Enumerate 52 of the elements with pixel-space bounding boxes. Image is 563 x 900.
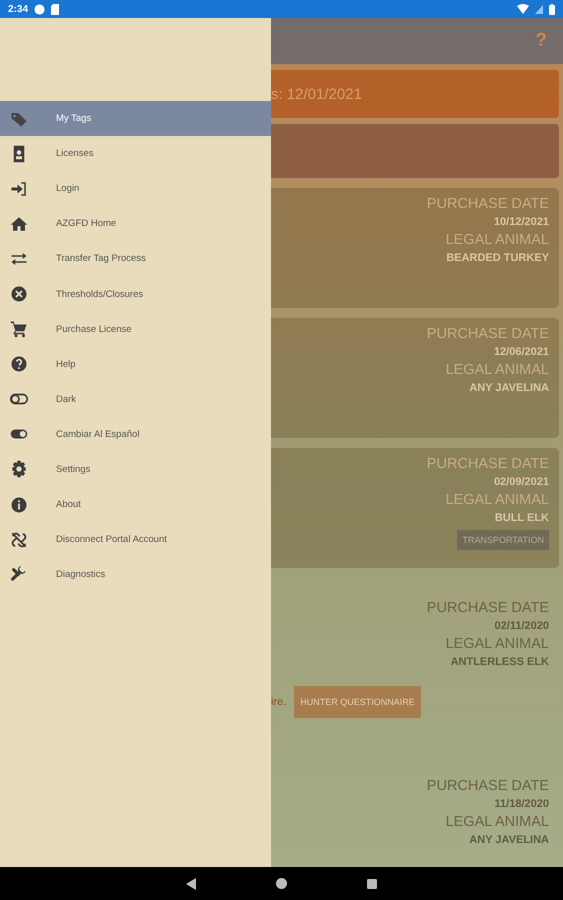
- drawer-item[interactable]: Help: [0, 346, 271, 382]
- purchase-date-label: PURCHASE DATE: [426, 778, 549, 794]
- drawer-item[interactable]: My Tags: [0, 101, 271, 136]
- drawer-item[interactable]: Thresholds/Closures: [0, 276, 271, 312]
- drawer-item[interactable]: Transfer Tag Process: [0, 241, 271, 276]
- drawer-item[interactable]: About: [0, 487, 271, 522]
- legal-animal: BEARDED TURKEY: [446, 252, 549, 264]
- cart-icon: [10, 320, 28, 338]
- info-icon: [10, 496, 28, 514]
- drawer-item[interactable]: Dark: [0, 382, 271, 417]
- signal-icon: [535, 4, 543, 14]
- sim-card-icon: [51, 4, 60, 14]
- home-button-icon[interactable]: [276, 878, 287, 889]
- banner-text: s: 12/01/2021: [271, 86, 362, 102]
- drawer-item[interactable]: Licenses: [0, 136, 271, 172]
- tools-icon: [10, 566, 28, 584]
- battery-icon: [549, 4, 555, 14]
- status-time: 2:34: [8, 4, 28, 14]
- drawer-item[interactable]: Login: [0, 171, 271, 206]
- purchase-date: 02/09/2021: [494, 476, 549, 488]
- settings-icon: [10, 460, 28, 478]
- purchase-date: 02/11/2020: [494, 620, 549, 632]
- drawer-item[interactable]: Settings: [0, 452, 271, 488]
- legal-animal-label: LEGAL ANIMAL: [446, 492, 549, 508]
- purchase-date: 12/06/2021: [494, 346, 549, 358]
- drawer-item[interactable]: Cambiar Al Español: [0, 416, 271, 452]
- drawer-item[interactable]: Disconnect Portal Account: [0, 522, 271, 558]
- unlink-icon: [10, 530, 28, 549]
- login-icon: [10, 180, 28, 198]
- wifi-icon: [517, 4, 529, 14]
- purchase-date-label: PURCHASE DATE: [426, 326, 549, 342]
- legal-animal: BULL ELK: [494, 512, 549, 524]
- questionnaire-text: ire.: [271, 696, 286, 708]
- legal-animal-label: LEGAL ANIMAL: [446, 362, 549, 378]
- purchase-date: 10/12/2021: [494, 216, 549, 228]
- purchase-date-label: PURCHASE DATE: [426, 600, 549, 616]
- x-circle-icon: [10, 285, 28, 304]
- purchase-date-label: PURCHASE DATE: [426, 196, 549, 212]
- drawer-item[interactable]: Diagnostics: [0, 557, 271, 592]
- drawer-item[interactable]: Purchase License: [0, 312, 271, 347]
- legal-animal-label: LEGAL ANIMAL: [446, 636, 549, 652]
- drawer-item[interactable]: AZGFD Home: [0, 206, 271, 242]
- legal-animal: ANTLERLESS ELK: [450, 656, 549, 668]
- legal-animal: ANY JAVELINA: [469, 834, 549, 846]
- help-icon: [10, 355, 28, 374]
- back-icon[interactable]: [186, 878, 196, 890]
- home-icon: [10, 214, 28, 233]
- purchase-date: 11/18/2020: [494, 798, 549, 810]
- legal-animal-label: LEGAL ANIMAL: [446, 814, 549, 830]
- legal-animal: ANY JAVELINA: [469, 382, 549, 394]
- recents-icon[interactable]: [367, 878, 377, 888]
- purchase-date-label: PURCHASE DATE: [426, 456, 549, 472]
